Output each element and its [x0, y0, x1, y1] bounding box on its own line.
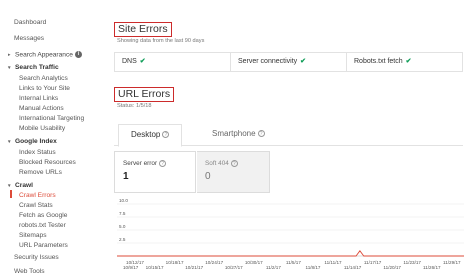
sidebar-item-search-traffic[interactable]: ▾ Search Traffic	[8, 64, 59, 72]
url-errors-title: URL Errors	[114, 87, 175, 102]
status-cell-server-connectivity[interactable]: Server connectivity ✔	[231, 53, 347, 71]
sidebar: Dashboard Messages ▸ Search Appearance i ▾…	[0, 0, 108, 278]
url-errors-status: Status: 1/5/18	[117, 103, 152, 109]
x-tick-label: 10/24/17	[205, 260, 223, 265]
device-tabs: Desktop? Smartphone?	[114, 124, 463, 147]
sidebar-item-crawl[interactable]: ▾ Crawl	[8, 182, 33, 190]
sidebar-item-fetch-as-google[interactable]: Fetch as Google	[19, 212, 67, 220]
x-tick-label: 11/14/17	[344, 265, 362, 270]
x-tick-label: 11/29/17	[443, 260, 461, 265]
x-tick-label: 11/2/17	[266, 265, 281, 270]
expand-icon: ▸	[8, 52, 11, 59]
errors-line-chart: 10.07.55.02.510/12/17 10/18/17 10/24/17 10/…	[117, 198, 464, 270]
sidebar-item-mobile-usability[interactable]: Mobile Usability	[19, 125, 65, 133]
sidebar-item-dashboard[interactable]: Dashboard	[14, 19, 46, 27]
y-tick-label: 2.5	[119, 237, 126, 242]
help-icon[interactable]: ?	[159, 160, 167, 167]
metric-server-error[interactable]: Server error? 1	[114, 151, 196, 193]
y-tick-label: 10.0	[119, 198, 128, 203]
metric-value: 0	[205, 171, 211, 182]
x-tick-label: 11/5/17	[286, 260, 301, 265]
x-tick-label: 10/21/17	[185, 265, 203, 270]
sidebar-item-search-analytics[interactable]: Search Analytics	[19, 75, 68, 83]
main-content: Site Errors Showing data from the last 9…	[113, 0, 466, 278]
help-icon[interactable]: ?	[257, 130, 265, 138]
check-icon: ✔	[300, 58, 307, 65]
sidebar-item-international-targeting[interactable]: International Targeting	[19, 115, 84, 123]
metric-soft-404[interactable]: Soft 404? 0	[197, 151, 270, 193]
tab-desktop[interactable]: Desktop?	[118, 124, 183, 147]
collapse-icon: ▾	[8, 139, 11, 145]
sidebar-item-security-issues[interactable]: Security Issues	[14, 254, 59, 262]
sidebar-item-index-status[interactable]: Index Status	[19, 149, 56, 157]
sidebar-item-web-tools[interactable]: Web Tools	[14, 268, 45, 276]
x-tick-label: 10/9/17	[123, 265, 139, 270]
x-tick-label: 11/20/17	[383, 265, 401, 270]
series-line-server-error	[117, 250, 464, 257]
metric-value: 1	[123, 171, 129, 182]
x-tick-label: 10/27/17	[225, 265, 243, 270]
sidebar-item-remove-urls[interactable]: Remove URLs	[19, 169, 62, 177]
sidebar-item-messages[interactable]: Messages	[14, 35, 44, 43]
active-item-marker	[10, 190, 12, 198]
y-tick-label: 7.5	[119, 211, 126, 216]
collapse-icon: ▾	[8, 65, 11, 71]
sidebar-item-url-parameters[interactable]: URL Parameters	[19, 242, 68, 250]
sidebar-item-links-to-your-site[interactable]: Links to Your Site	[19, 85, 70, 93]
sidebar-item-manual-actions[interactable]: Manual Actions	[19, 105, 64, 113]
check-icon: ✔	[405, 58, 412, 65]
collapse-icon: ▾	[8, 183, 11, 189]
sidebar-item-search-appearance[interactable]: ▸ Search Appearance i	[8, 51, 82, 59]
sidebar-item-google-index[interactable]: ▾ Google Index	[8, 138, 57, 146]
sidebar-item-internal-links[interactable]: Internal Links	[19, 95, 58, 103]
x-tick-label: 11/8/17	[306, 265, 321, 270]
sidebar-item-crawl-stats[interactable]: Crawl Stats	[19, 202, 53, 210]
x-tick-label: 11/17/17	[364, 260, 382, 265]
tab-smartphone[interactable]: Smartphone?	[200, 124, 277, 146]
help-icon[interactable]: ?	[162, 131, 170, 139]
x-tick-label: 10/30/17	[245, 260, 263, 265]
x-tick-label: 10/15/17	[146, 265, 164, 270]
sidebar-item-blocked-resources[interactable]: Blocked Resources	[19, 159, 76, 167]
sidebar-item-crawl-errors[interactable]: Crawl Errors	[19, 192, 56, 200]
x-tick-label: 11/11/17	[324, 260, 342, 265]
check-icon: ✔	[139, 58, 146, 65]
site-errors-title: Site Errors	[114, 22, 172, 37]
x-tick-label: 11/23/17	[403, 260, 421, 265]
help-icon[interactable]: ?	[230, 160, 238, 167]
site-errors-subtitle: Showing data from the last 90 days	[117, 38, 205, 44]
status-cell-robots-fetch[interactable]: Robots.txt fetch ✔	[347, 53, 462, 71]
x-tick-label: 11/26/17	[423, 265, 441, 270]
y-tick-label: 5.0	[119, 224, 126, 229]
status-cell-dns[interactable]: DNS ✔	[115, 53, 231, 71]
x-tick-label: 10/18/17	[166, 260, 184, 265]
sidebar-item-sitemaps[interactable]: Sitemaps	[19, 232, 47, 240]
sidebar-item-robots-tester[interactable]: robots.txt Tester	[19, 222, 66, 230]
site-errors-status-table: DNS ✔ Server connectivity ✔ Robots.txt fet…	[114, 52, 463, 72]
info-icon[interactable]: i	[74, 51, 82, 58]
